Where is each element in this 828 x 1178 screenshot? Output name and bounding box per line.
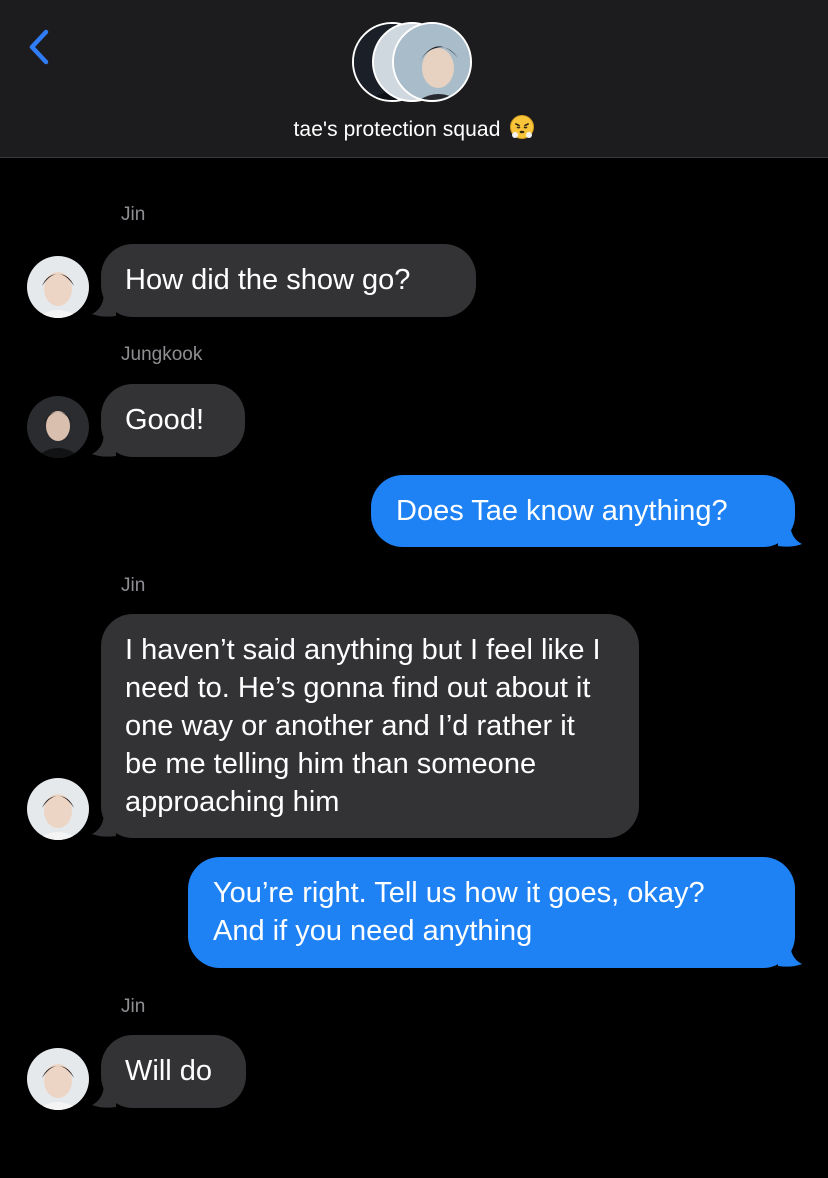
- sender-name: Jin: [121, 996, 146, 1017]
- outgoing-message-bubble[interactable]: You’re right. Tell us how it goes, okay?…: [188, 857, 795, 968]
- bubble-tail: [92, 432, 116, 457]
- group-avatar-stack[interactable]: [352, 22, 476, 104]
- incoming-message-bubble[interactable]: I haven’t said anything but I feel like …: [101, 614, 639, 838]
- conversation-header: tae's protection squad: [0, 0, 828, 158]
- bubble-tail: [778, 942, 802, 967]
- sender-name: Jin: [121, 575, 146, 596]
- incoming-message-bubble[interactable]: Good!: [101, 384, 245, 457]
- bubble-tail: [778, 522, 802, 547]
- jin-avatar[interactable]: [27, 1048, 89, 1110]
- outgoing-message-bubble[interactable]: Does Tae know anything?: [371, 475, 795, 547]
- chat-title-text: tae's protection squad: [293, 118, 501, 141]
- group-member-avatar: [392, 22, 472, 102]
- bubble-tail: [92, 812, 116, 837]
- incoming-message-bubble[interactable]: Will do: [101, 1035, 246, 1108]
- chevron-left-icon[interactable]: [24, 26, 58, 68]
- jin-avatar[interactable]: [27, 778, 89, 840]
- bubble-tail: [92, 1083, 116, 1108]
- jin-avatar[interactable]: [27, 256, 89, 318]
- chat-title[interactable]: tae's protection squad: [0, 114, 828, 146]
- sender-name: Jin: [121, 204, 146, 225]
- face-with-steam-from-nose-icon: [509, 114, 535, 146]
- jungkook-avatar[interactable]: [27, 396, 89, 458]
- bubble-tail: [92, 292, 116, 317]
- sender-name: Jungkook: [121, 344, 203, 365]
- incoming-message-bubble[interactable]: How did the show go?: [101, 244, 476, 317]
